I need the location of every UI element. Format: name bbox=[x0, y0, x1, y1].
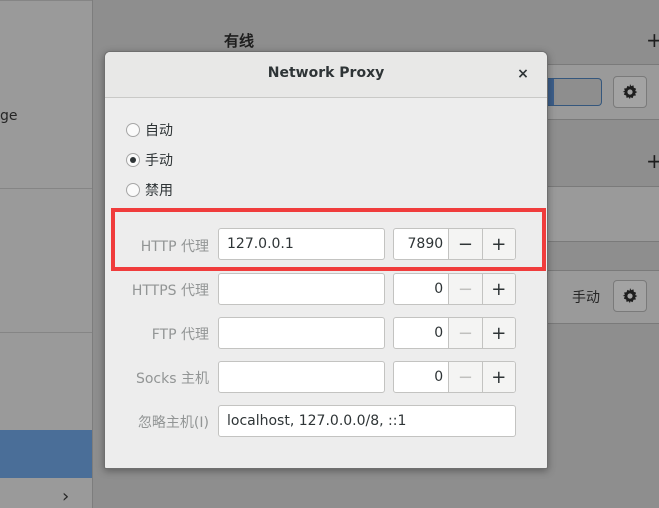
ftp-port-value[interactable]: 0 bbox=[394, 318, 448, 348]
socks-host-input[interactable] bbox=[218, 361, 385, 393]
sidebar-divider bbox=[0, 0, 92, 1]
ignore-hosts-label: 忽略主机(I) bbox=[137, 415, 209, 431]
https-proxy-label: HTTPS 代理 bbox=[131, 283, 209, 299]
ignore-hosts-input[interactable]: localhost, 127.0.0.0/8, ::1 bbox=[218, 405, 516, 437]
sidebar-item-network-selected[interactable] bbox=[0, 430, 92, 478]
plus-icon[interactable]: + bbox=[646, 151, 659, 171]
close-icon[interactable]: × bbox=[512, 63, 534, 85]
decrement-button[interactable]: − bbox=[448, 229, 482, 259]
radio-option-disabled[interactable]: 禁用 bbox=[126, 180, 173, 200]
radio-label: 手动 bbox=[145, 153, 173, 169]
proxy-mode-value: 手动 bbox=[572, 290, 600, 306]
chevron-right-icon[interactable]: › bbox=[62, 488, 69, 506]
radio-option-manual[interactable]: 手动 bbox=[126, 150, 173, 170]
radio-option-auto[interactable]: 自动 bbox=[126, 120, 173, 140]
proxy-settings-button[interactable] bbox=[613, 280, 647, 312]
dialog-title: Network Proxy bbox=[267, 65, 385, 81]
dialog-titlebar: Network Proxy × bbox=[105, 52, 547, 98]
radio-label: 自动 bbox=[145, 123, 173, 139]
https-port-value[interactable]: 0 bbox=[394, 274, 448, 304]
sidebar-divider bbox=[0, 188, 92, 189]
increment-button[interactable]: + bbox=[481, 229, 515, 259]
http-port-value[interactable]: 7890 bbox=[394, 229, 448, 259]
increment-button[interactable]: + bbox=[481, 318, 515, 348]
ftp-port-spinner[interactable]: 0 − + bbox=[393, 317, 516, 349]
plus-icon[interactable]: + bbox=[646, 30, 659, 50]
settings-sidebar: ge › bbox=[0, 0, 93, 508]
socks-host-label: Socks 主机 bbox=[135, 371, 209, 387]
increment-button[interactable]: + bbox=[481, 274, 515, 304]
radio-button-checked[interactable] bbox=[126, 153, 140, 167]
wired-settings-button[interactable] bbox=[613, 76, 647, 108]
vpn-row bbox=[546, 186, 659, 242]
radio-button[interactable] bbox=[126, 183, 140, 197]
radio-button[interactable] bbox=[126, 123, 140, 137]
gear-icon bbox=[622, 84, 638, 100]
decrement-button[interactable]: − bbox=[448, 362, 482, 392]
wired-toggle-switch[interactable] bbox=[546, 78, 602, 106]
socks-port-spinner[interactable]: 0 − + bbox=[393, 361, 516, 393]
sidebar-divider bbox=[0, 332, 92, 333]
https-proxy-host-input[interactable] bbox=[218, 273, 385, 305]
http-port-spinner[interactable]: 7890 − + bbox=[393, 228, 516, 260]
increment-button[interactable]: + bbox=[481, 362, 515, 392]
http-proxy-label: HTTP 代理 bbox=[140, 239, 209, 255]
gear-icon bbox=[622, 288, 638, 304]
radio-label: 禁用 bbox=[145, 183, 173, 199]
https-port-spinner[interactable]: 0 − + bbox=[393, 273, 516, 305]
socks-port-value[interactable]: 0 bbox=[394, 362, 448, 392]
section-heading-wired: 有线 bbox=[224, 32, 255, 50]
ftp-proxy-label: FTP 代理 bbox=[151, 327, 209, 343]
http-proxy-host-input[interactable]: 127.0.0.1 bbox=[218, 228, 385, 260]
sidebar-item-partial-label: ge bbox=[0, 108, 18, 124]
decrement-button[interactable]: − bbox=[448, 318, 482, 348]
decrement-button[interactable]: − bbox=[448, 274, 482, 304]
network-proxy-dialog: Network Proxy × 自动 手动 禁用 HTTP 代理 127.0.0… bbox=[104, 51, 548, 469]
ftp-proxy-host-input[interactable] bbox=[218, 317, 385, 349]
